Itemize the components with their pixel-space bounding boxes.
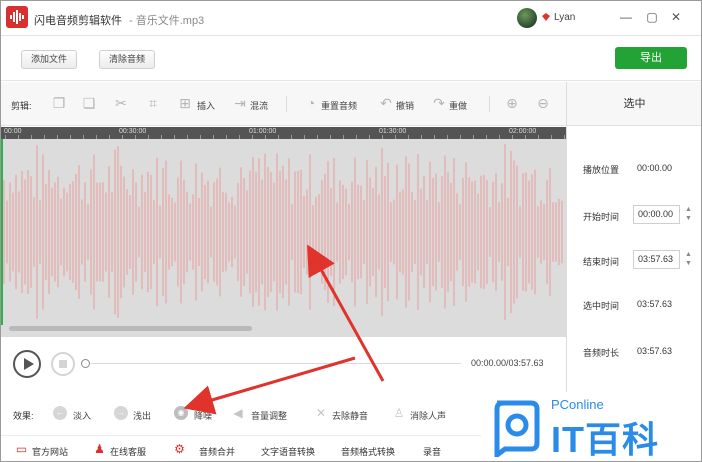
user-name[interactable]: Lyan (554, 12, 575, 23)
remove-silence-button[interactable]: 去除静音 (332, 409, 368, 422)
crop-icon[interactable]: ⌗ (145, 95, 161, 111)
vip-badge-icon (542, 13, 550, 21)
ruler-tick-label: 01:00:00 (249, 128, 277, 135)
selected-time-value: 03:57.63 (637, 299, 673, 309)
paste-icon[interactable]: ❏ (81, 95, 97, 111)
insert-button[interactable]: 插入 (197, 99, 215, 112)
effects-label: 效果: (13, 411, 34, 421)
bottom-links-bar: ▭ 官方网站 ♟ 在线客服 ⚙ 音频合并 文字语音转换 音频格式转换 录音 (1, 435, 481, 461)
add-file-button[interactable]: 添加文件 (21, 50, 77, 69)
cut-icon[interactable]: ✂ (113, 95, 129, 111)
seek-track[interactable] (91, 363, 461, 364)
ruler-tick-label: 02:00:00 (509, 128, 537, 135)
export-button[interactable]: 导出 (615, 47, 687, 69)
app-logo-icon (6, 6, 28, 28)
effects-bar: 效果: ← 淡入 → 浅出 ◉ 降噪 ◀ 音量调整 ✕ 去除静音 ♙ 消除人声 (1, 398, 471, 428)
clear-audio-button[interactable]: 清除音频 (99, 50, 155, 69)
volume-icon[interactable]: ◀ (231, 406, 245, 420)
reset-audio-icon[interactable]: ◔ (303, 95, 319, 111)
vocal-remove-icon[interactable]: ♙ (392, 406, 406, 420)
insert-icon[interactable]: ⊞ (177, 95, 193, 111)
fade-out-icon[interactable]: → (114, 406, 128, 420)
end-time-stepper[interactable]: ▲ ▼ (684, 250, 693, 269)
stop-button[interactable] (51, 352, 75, 376)
end-time-label: 结束时间 (583, 257, 620, 267)
zoom-in-icon[interactable]: ⊕ (504, 95, 520, 111)
volume-adjust-button[interactable]: 音量调整 (251, 409, 287, 422)
merge-icon[interactable]: ⚙ (173, 443, 186, 456)
ruler-tick-label: 00:30:00 (119, 128, 147, 135)
player-controls: 00:00.00/03:57.63 (1, 337, 566, 392)
time-readout: 00:00.00/03:57.63 (471, 358, 544, 368)
waveform[interactable] (1, 139, 566, 325)
edit-label: 剪辑: (11, 101, 32, 111)
waveform-area[interactable]: 00:00 00:30:00 01:00:00 01:30:00 02:00:0… (1, 127, 566, 337)
selected-time-label: 选中时间 (583, 301, 620, 311)
denoise-button[interactable]: 降噪 (194, 409, 212, 422)
official-site-link[interactable]: 官方网站 (32, 445, 68, 458)
end-time-input[interactable]: 03:57.63 (633, 250, 680, 269)
watermark-brand-big: IT百科 (551, 419, 659, 460)
duration-value: 03:57.63 (637, 346, 673, 356)
remove-vocals-button[interactable]: 消除人声 (410, 409, 446, 422)
format-convert-link[interactable]: 音频格式转换 (341, 445, 395, 458)
timeline-ruler[interactable]: 00:00 00:30:00 01:00:00 01:30:00 02:00:0… (1, 127, 566, 139)
ruler-tick-label: 01:30:00 (379, 128, 407, 135)
zoom-out-icon[interactable]: ⊖ (535, 95, 551, 111)
panel-title: 选中 (567, 82, 701, 126)
edit-toolbar: 剪辑: ❐ ❏ ✂ ⌗ ⊞ 插入 ⇥ 混流 ◔ 重置音频 ↶ 撤销 ↷ 重做 ⊕… (1, 82, 566, 126)
copy-icon[interactable]: ❐ (51, 95, 67, 111)
fade-out-button[interactable]: 浅出 (133, 409, 151, 422)
watermark: PConline IT百科 (487, 393, 687, 461)
play-button[interactable] (13, 350, 41, 378)
undo-icon[interactable]: ↶ (378, 95, 394, 111)
fade-in-icon[interactable]: ← (53, 406, 67, 420)
app-title: 闪电音频剪辑软件 (34, 15, 122, 27)
denoise-icon[interactable]: ◉ (174, 406, 188, 420)
record-link[interactable]: 录音 (423, 445, 441, 458)
undo-button[interactable]: 撤销 (396, 99, 414, 112)
play-position-value: 00:00.00 (637, 163, 673, 173)
text-to-speech-link[interactable]: 文字语音转换 (261, 445, 315, 458)
monitor-icon[interactable]: ▭ (15, 443, 28, 456)
title-bar: 闪电音频剪辑软件 - 音乐文件.mp3 Lyan — ▢ ✕ (1, 1, 701, 36)
seek-handle[interactable] (81, 359, 90, 368)
file-title: - 音乐文件.mp3 (129, 15, 205, 27)
avatar[interactable] (517, 8, 537, 28)
play-position-label: 播放位置 (583, 165, 620, 175)
watermark-brand-small: PConline (551, 397, 604, 412)
start-time-stepper[interactable]: ▲ ▼ (684, 205, 693, 224)
app-window: 闪电音频剪辑软件 - 音乐文件.mp3 Lyan — ▢ ✕ 添加文件 清除音频… (0, 0, 702, 462)
top-action-bar: 添加文件 清除音频 导出 (1, 37, 701, 81)
minimize-icon[interactable]: — (618, 9, 634, 25)
audio-merge-link[interactable]: 音频合并 (199, 445, 235, 458)
ruler-tick-label: 00:00 (4, 128, 22, 135)
redo-button[interactable]: 重做 (449, 99, 467, 112)
start-time-input[interactable]: 00:00.00 (633, 205, 680, 224)
customer-service-icon[interactable]: ♟ (93, 443, 106, 456)
reset-audio-button[interactable]: 重置音频 (321, 99, 357, 112)
restore-icon[interactable]: ▢ (644, 9, 660, 25)
waveform-scrollbar[interactable] (9, 326, 252, 331)
mix-icon[interactable]: ⇥ (232, 95, 248, 111)
mute-icon[interactable]: ✕ (314, 406, 328, 420)
selection-panel: 选中 播放位置 00:00.00 开始时间 00:00.00 ▲ ▼ 结束时间 0… (566, 82, 701, 392)
fade-in-button[interactable]: 淡入 (73, 409, 91, 422)
duration-label: 音频时长 (583, 348, 620, 358)
toolbar-divider (489, 96, 490, 112)
mix-button[interactable]: 混流 (250, 99, 268, 112)
online-service-link[interactable]: 在线客服 (110, 445, 146, 458)
selection-start-marker[interactable] (1, 139, 3, 325)
close-icon[interactable]: ✕ (668, 9, 684, 25)
redo-icon[interactable]: ↷ (431, 95, 447, 111)
watermark-logo-icon (494, 400, 540, 457)
toolbar-divider (286, 96, 287, 112)
start-time-label: 开始时间 (583, 212, 620, 222)
